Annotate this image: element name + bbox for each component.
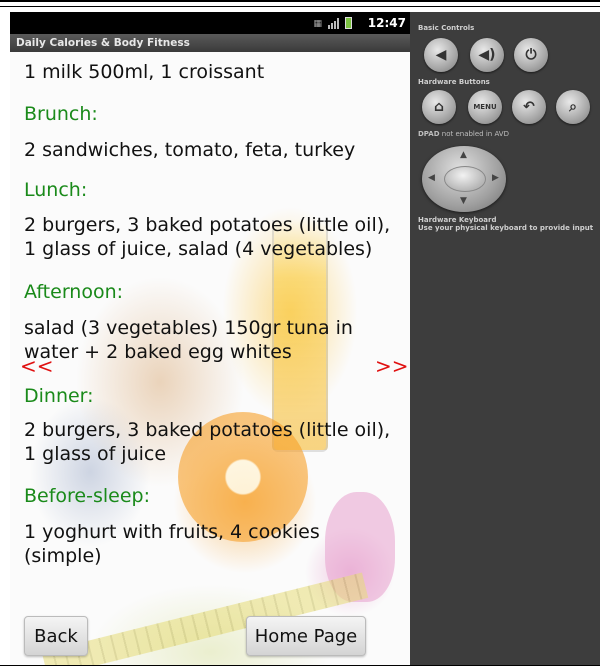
signal-icon — [328, 18, 339, 29]
hardware-keyboard-note: Use your physical keyboard to provide in… — [418, 224, 594, 232]
status-bar: ▦ 12:47 — [10, 12, 410, 34]
before-sleep-text-line2: (simple) — [24, 545, 102, 567]
home-icon[interactable]: ⌂ — [422, 90, 456, 124]
prev-arrow[interactable]: << — [20, 356, 54, 376]
phone-screen: ▦ 12:47 Daily Calories & Body Fitness 1 … — [10, 12, 410, 666]
emulator-control-panel: Basic Controls ◀ ◀) ⏻ Hardware Buttons ⌂… — [410, 12, 600, 666]
dpad-left-icon[interactable]: ◀ — [428, 173, 435, 183]
hardware-buttons-label: Hardware Buttons — [418, 78, 490, 86]
dpad-down-icon[interactable]: ▼ — [460, 196, 467, 206]
before-sleep-heading: Before-sleep: — [24, 485, 150, 507]
afternoon-text-line1: salad (3 vegetables) 150gr tuna in — [24, 317, 353, 339]
dpad[interactable]: ▲ ▼ ◀ ▶ — [422, 146, 506, 212]
dinner-text-line2: 1 glass of juice — [24, 443, 167, 465]
dpad-note: DPAD not enabled in AVD — [418, 130, 598, 138]
top-border — [0, 0, 600, 2]
dpad-note-bold: DPAD — [418, 130, 440, 138]
battery-icon — [345, 17, 352, 29]
brunch-text: 2 sandwiches, tomato, feta, turkey — [24, 139, 356, 161]
power-icon[interactable]: ⏻ — [514, 38, 548, 72]
dpad-note-text: not enabled in AVD — [439, 130, 509, 138]
breakfast-text: 1 milk 500ml, 1 croissant — [24, 61, 265, 83]
back-button[interactable]: Back — [24, 616, 88, 656]
afternoon-heading: Afternoon: — [24, 281, 124, 303]
home-page-button[interactable]: Home Page — [246, 616, 366, 656]
basic-controls-label: Basic Controls — [418, 24, 475, 32]
dpad-center[interactable] — [444, 166, 486, 192]
menu-button[interactable]: MENU — [468, 90, 502, 124]
lunch-text-line2: 1 glass of juice, salad (4 vegetables) — [24, 238, 373, 260]
hardware-keyboard-label: Hardware Keyboard — [418, 216, 497, 224]
next-arrow[interactable]: >> — [375, 356, 409, 376]
dinner-text-line1: 2 burgers, 3 baked potatoes (little oil)… — [24, 419, 391, 441]
top-border-thin — [0, 6, 600, 7]
dpad-up-icon[interactable]: ▲ — [460, 150, 467, 160]
brunch-heading: Brunch: — [24, 103, 98, 125]
sim-icon: ▦ — [313, 19, 322, 29]
lunch-heading: Lunch: — [24, 179, 88, 201]
back-icon[interactable]: ↶ — [512, 90, 546, 124]
volume-up-icon[interactable]: ◀) — [470, 38, 504, 72]
meal-plan-content: 1 milk 500ml, 1 croissant Brunch: 2 sand… — [10, 52, 410, 666]
lunch-text-line1: 2 burgers, 3 baked potatoes (little oil)… — [24, 214, 391, 236]
app-title: Daily Calories & Body Fitness — [10, 34, 410, 52]
before-sleep-text-line1: 1 yoghurt with fruits, 4 cookies — [24, 521, 320, 543]
dpad-right-icon[interactable]: ▶ — [492, 173, 499, 183]
search-icon[interactable]: ⌕ — [556, 90, 590, 124]
status-time: 12:47 — [367, 16, 406, 30]
volume-down-icon[interactable]: ◀ — [424, 38, 458, 72]
afternoon-text-line2: water + 2 baked egg whites — [24, 341, 292, 363]
dinner-heading: Dinner: — [24, 385, 94, 407]
